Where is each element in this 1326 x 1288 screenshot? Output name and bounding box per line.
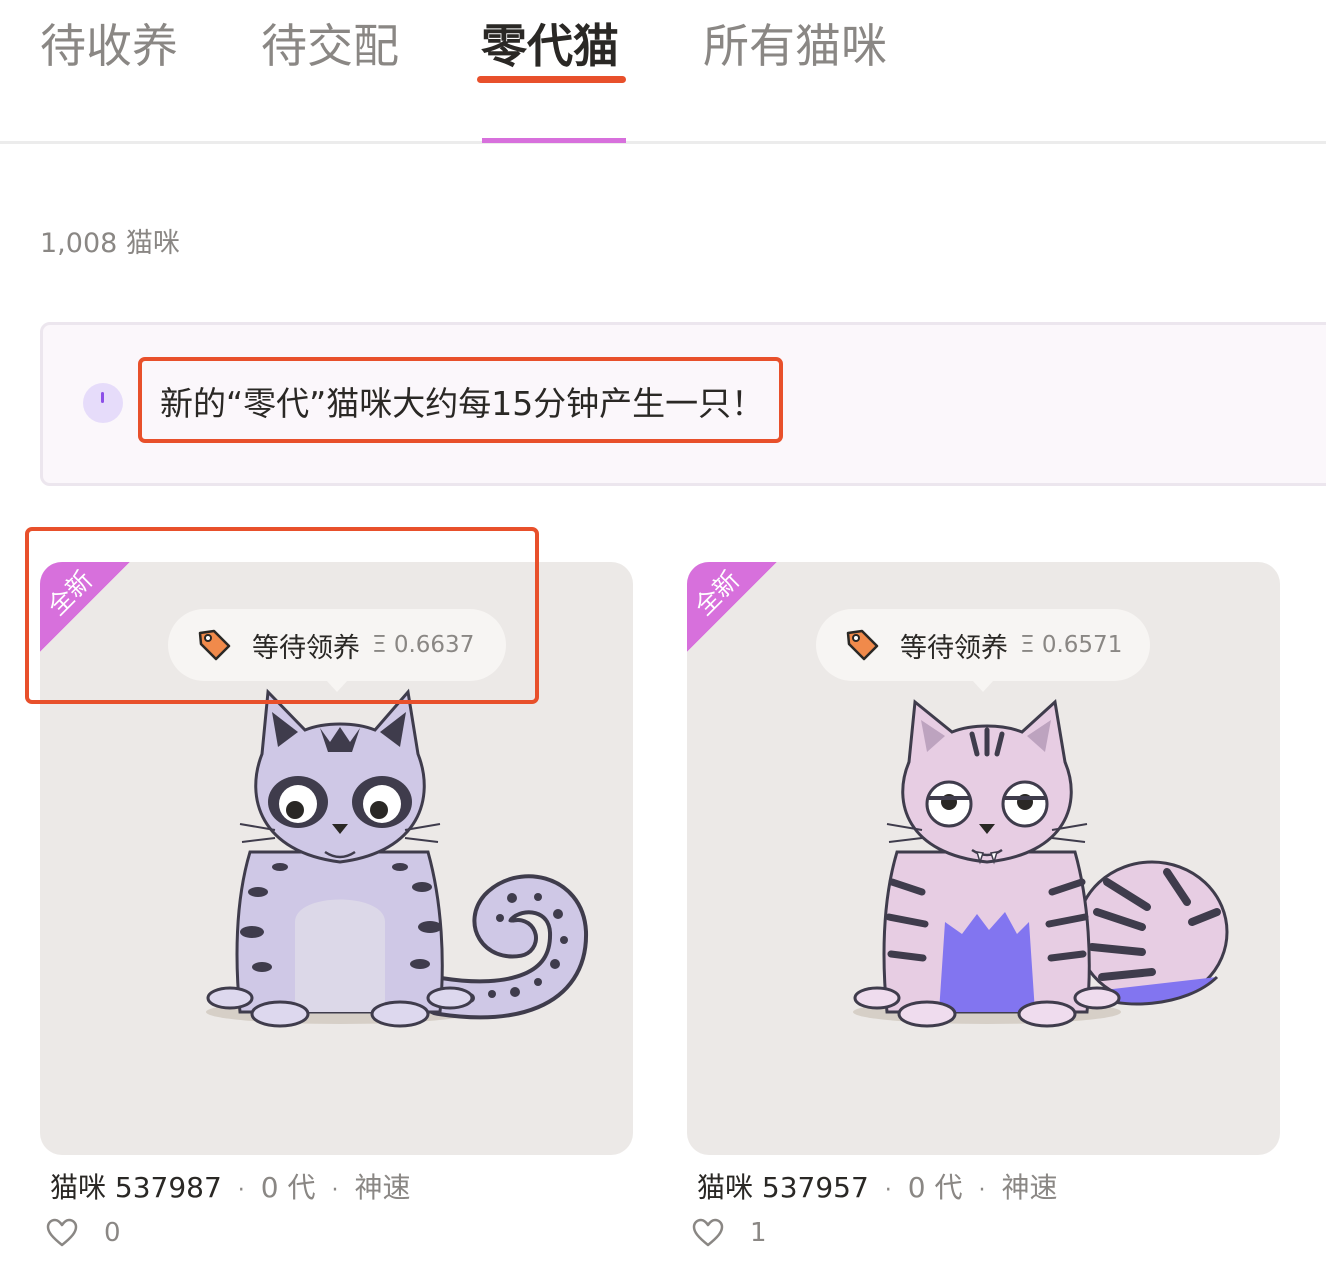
tab-annotation-underline bbox=[477, 76, 626, 83]
tab-active-indicator bbox=[482, 138, 626, 143]
kitty-name[interactable]: 猫咪 537957 bbox=[697, 1171, 869, 1204]
heart-icon[interactable] bbox=[46, 1218, 78, 1248]
like-count: 0 bbox=[104, 1218, 121, 1248]
notice-annotation-box bbox=[138, 357, 783, 443]
kitty-generation: 0 代 bbox=[260, 1171, 316, 1204]
price-tag-icon bbox=[846, 629, 879, 661]
kitty-name[interactable]: 猫咪 537987 bbox=[50, 1171, 222, 1204]
kitty-card[interactable]: 全新 等待领养 Ξ 0.6571 bbox=[687, 562, 1280, 1155]
kitty-meta: 猫咪 537957 · 0 代 · 神速 bbox=[697, 1171, 1058, 1204]
adoption-status-bubble: 等待领养 Ξ 0.6571 bbox=[816, 609, 1150, 692]
heart-icon[interactable] bbox=[692, 1218, 724, 1248]
tab-for-breeding[interactable]: 待交配 bbox=[261, 14, 399, 78]
kitty-speed: 神速 bbox=[1001, 1171, 1058, 1204]
like-count: 1 bbox=[750, 1218, 767, 1248]
likes: 1 bbox=[692, 1218, 767, 1248]
kitty-speed: 神速 bbox=[354, 1171, 411, 1204]
tab-for-adoption[interactable]: 待收养 bbox=[40, 14, 178, 78]
new-ribbon: 全新 bbox=[687, 562, 777, 652]
card-annotation-box bbox=[25, 527, 539, 704]
info-icon bbox=[83, 383, 123, 423]
kitty-count: 1,008 猫咪 bbox=[40, 228, 180, 259]
tab-gen-zero[interactable]: 零代猫 bbox=[481, 14, 619, 78]
kitty-meta: 猫咪 537987 · 0 代 · 神速 bbox=[50, 1171, 411, 1204]
likes: 0 bbox=[46, 1218, 121, 1248]
tab-all-kitties[interactable]: 所有猫咪 bbox=[703, 14, 887, 78]
price-label: Ξ 0.6571 bbox=[1020, 632, 1123, 658]
status-label: 等待领养 bbox=[900, 632, 1008, 664]
kitty-generation: 0 代 bbox=[907, 1171, 963, 1204]
tab-bar: 待收养 待交配 零代猫 所有猫咪 bbox=[0, 0, 1326, 144]
